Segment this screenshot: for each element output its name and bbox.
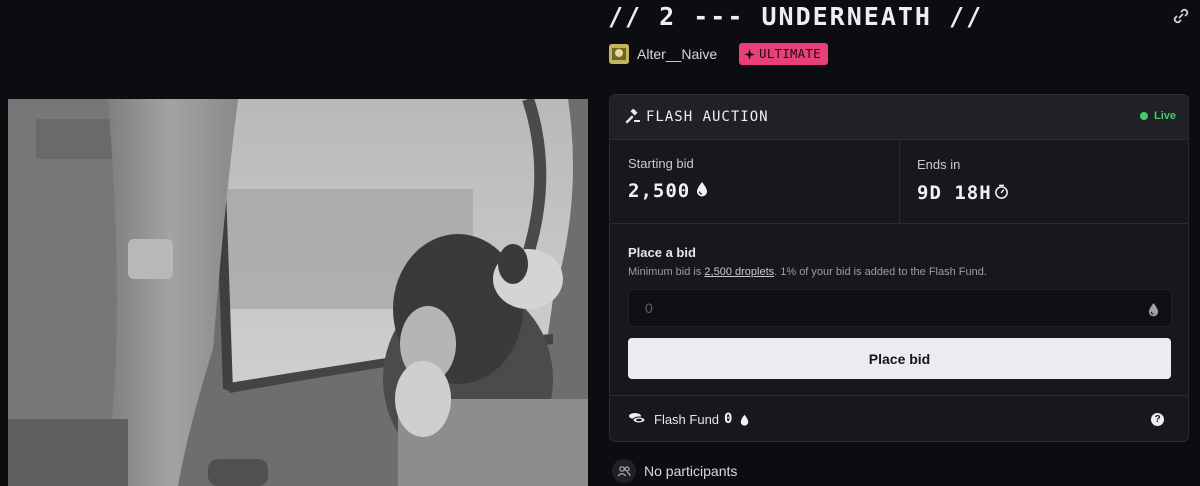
ends-in-value: 9D 18H bbox=[917, 182, 992, 204]
live-status-dot bbox=[1140, 112, 1148, 120]
tier-badge: ULTIMATE bbox=[739, 43, 828, 65]
bid-help-prefix: Minimum bid is bbox=[628, 266, 705, 278]
artwork-title: // 2 --- UNDERNEATH // bbox=[608, 2, 984, 31]
auction-stats: Starting bid 2,500 Ends in 9D 18H bbox=[610, 140, 1188, 224]
tier-badge-label: ULTIMATE bbox=[759, 47, 821, 61]
place-bid-button[interactable]: Place bid bbox=[628, 338, 1171, 379]
flash-fund-label: Flash Fund bbox=[654, 412, 720, 427]
minimum-bid-link[interactable]: 2,500 droplets bbox=[704, 266, 774, 278]
help-icon[interactable]: ? bbox=[1151, 413, 1164, 426]
starting-bid-label: Starting bid bbox=[628, 156, 694, 171]
droplet-icon bbox=[740, 413, 749, 426]
gavel-icon bbox=[625, 108, 641, 125]
author-row: Alter__Naive ULTIMATE bbox=[609, 42, 828, 66]
droplet-icon bbox=[696, 181, 708, 197]
participants-row: No participants bbox=[612, 458, 737, 484]
starting-bid-value: 2,500 bbox=[628, 180, 691, 202]
users-icon bbox=[612, 459, 636, 483]
auction-type-label: FLASH AUCTION bbox=[646, 109, 769, 125]
auction-header: FLASH AUCTION Live bbox=[610, 95, 1188, 140]
bid-amount-input[interactable] bbox=[629, 290, 1171, 326]
place-bid-heading: Place a bid bbox=[628, 245, 696, 260]
droplet-icon bbox=[1148, 302, 1159, 317]
author-name[interactable]: Alter__Naive bbox=[637, 46, 717, 62]
artwork-image[interactable] bbox=[8, 99, 588, 486]
artwork-photo bbox=[8, 99, 588, 486]
sparkle-icon bbox=[744, 48, 756, 60]
coins-icon bbox=[628, 410, 646, 426]
bid-help-suffix: . 1% of your bid is added to the Flash F… bbox=[774, 266, 987, 278]
flash-fund-row: Flash Fund 0 ? bbox=[610, 396, 1188, 441]
bid-input-wrapper bbox=[628, 289, 1172, 327]
link-icon[interactable] bbox=[1171, 6, 1191, 26]
bid-help-text: Minimum bid is 2,500 droplets. 1% of you… bbox=[628, 266, 987, 278]
participants-status: No participants bbox=[644, 463, 738, 479]
timer-icon bbox=[994, 184, 1009, 199]
stats-divider bbox=[899, 140, 900, 224]
place-bid-section: Place a bid Minimum bid is 2,500 droplet… bbox=[610, 224, 1188, 396]
auction-card: FLASH AUCTION Live Starting bid 2,500 En… bbox=[609, 94, 1189, 442]
flash-fund-value: 0 bbox=[724, 411, 733, 427]
live-status-label: Live bbox=[1154, 110, 1177, 122]
ends-in-label: Ends in bbox=[917, 157, 961, 172]
avatar[interactable] bbox=[609, 44, 629, 64]
